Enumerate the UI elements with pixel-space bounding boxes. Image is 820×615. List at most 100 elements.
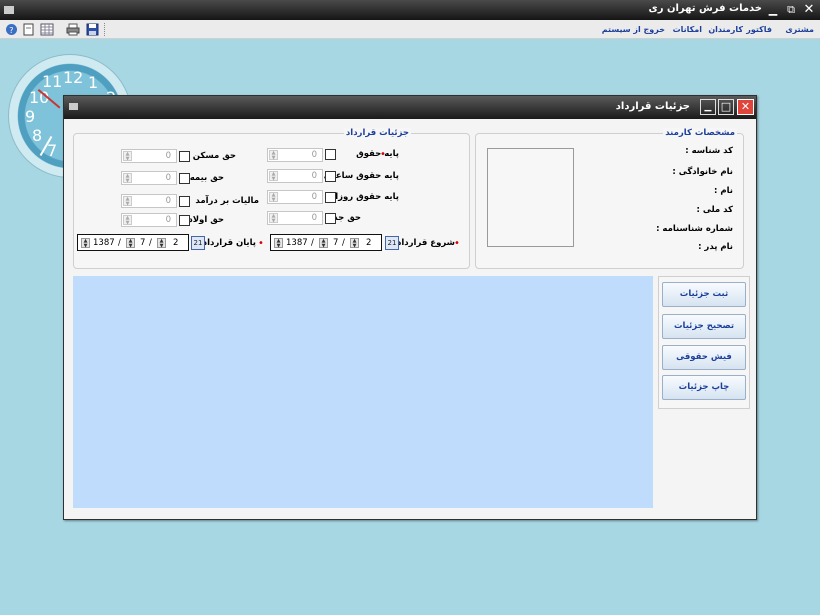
contract-group-title: جزئیات قرارداد — [343, 128, 411, 138]
clock-number: 9 — [25, 107, 36, 126]
actions-panel: ثبت جزئیات تصحیح جزئیات فیش حقوقی چاپ جز… — [658, 276, 750, 409]
housing-allowance-value: 0 — [165, 151, 171, 161]
child-allowance-stepper[interactable]: ▲ ▼ 0 — [121, 213, 177, 227]
close-button[interactable]: ✕ — [802, 3, 816, 17]
spin-arrows-icon[interactable]: ▲ ▼ — [123, 151, 132, 162]
clock-number: 7 — [47, 141, 58, 160]
spin-arrows-icon[interactable]: ▲ ▼ — [269, 171, 278, 182]
start-month: 7 — [333, 238, 339, 248]
toolbar-divider — [104, 23, 106, 36]
start-day: 2 — [366, 238, 372, 248]
base-salary-stepper[interactable]: ▲ ▼ 0 — [267, 148, 323, 162]
end-day: 2 — [173, 238, 179, 248]
recruitment-allowance-stepper[interactable]: ▲ ▼ 0 — [267, 211, 323, 225]
start-date-field[interactable]: ▲ ▼ 1387 / ▲ ▼ 7 / ▲ ▼ 2 — [270, 234, 382, 251]
month-stepper-icon[interactable]: ▲ ▼ — [319, 238, 328, 249]
year-stepper-icon[interactable]: ▲ ▼ — [274, 238, 283, 249]
first-name-label: نام : — [714, 186, 733, 196]
year-stepper-icon[interactable]: ▲ ▼ — [81, 238, 90, 249]
daily-salary-checkbox[interactable] — [325, 192, 336, 203]
dialog-close-button[interactable]: ✕ — [737, 99, 754, 115]
daily-salary-value: 0 — [311, 192, 317, 202]
save-icon[interactable] — [86, 23, 99, 36]
child-allowance-value: 0 — [165, 215, 171, 225]
base-salary-checkbox[interactable] — [325, 149, 336, 160]
minimize-button[interactable]: ▁ — [766, 3, 780, 17]
contract-details-dialog: جزئیات قرارداد ✕ □ ▁ مشخصات کارمند کد شن… — [63, 95, 757, 520]
menu-exit[interactable]: خروج از سیستم — [602, 25, 665, 34]
child-allowance-checkbox[interactable] — [179, 215, 190, 226]
housing-allowance-checkbox[interactable] — [179, 151, 190, 162]
father-name-label: نام پدر : — [698, 242, 733, 252]
app-icon — [4, 6, 14, 14]
income-tax-checkbox[interactable] — [179, 196, 190, 207]
payslip-button[interactable]: فیش حقوقی — [662, 345, 746, 370]
recruitment-allowance-value: 0 — [311, 213, 317, 223]
restore-button[interactable]: ⧉ — [784, 3, 798, 17]
housing-allowance-label: حق مسکن — [192, 151, 236, 161]
hourly-salary-value: 0 — [311, 171, 317, 181]
menu-employees[interactable]: کارمندان — [708, 25, 743, 34]
end-month: 7 — [140, 238, 146, 248]
daily-salary-label: پایه حقوق روزانه — [326, 192, 399, 202]
menu-facilities[interactable]: امکانات — [673, 25, 702, 34]
employee-group-title: مشخصات کارمند — [663, 128, 737, 138]
end-date-field[interactable]: ▲ ▼ 1387 / ▲ ▼ 7 / ▲ ▼ 2 — [77, 234, 189, 251]
daily-salary-stepper[interactable]: ▲ ▼ 0 — [267, 190, 323, 204]
hourly-salary-stepper[interactable]: ▲ ▼ 0 — [267, 169, 323, 183]
table-icon[interactable] — [40, 23, 54, 36]
date-separator: / — [149, 238, 152, 248]
insurance-checkbox[interactable] — [179, 173, 190, 184]
dialog-maximize-button[interactable]: □ — [718, 99, 734, 115]
menu-invoice[interactable]: فاکتور — [746, 25, 772, 34]
insurance-label: حق بیمه — [189, 173, 224, 183]
save-details-button[interactable]: ثبت جزئیات — [662, 282, 746, 307]
print-details-button[interactable]: چاپ جزئیات — [662, 375, 746, 400]
print-icon[interactable] — [66, 23, 80, 36]
spin-arrows-icon[interactable]: ▲ ▼ — [123, 215, 132, 226]
id-number-label: شماره شناسنامه : — [656, 224, 733, 234]
contract-details-group: جزئیات قرارداد • پایه حقوق ▲ ▼ 0 پایه حقوق… — [73, 128, 470, 269]
hourly-salary-checkbox[interactable] — [325, 171, 336, 182]
svg-text:?: ? — [9, 26, 13, 35]
calendar-icon[interactable]: 21 — [191, 236, 205, 250]
edit-details-button[interactable]: تصحیح جزئیات — [662, 314, 746, 339]
spin-arrows-icon[interactable]: ▲ ▼ — [269, 213, 278, 224]
contract-grid[interactable] — [73, 276, 653, 508]
dialog-app-icon — [69, 103, 78, 110]
date-separator: / — [342, 238, 345, 248]
day-stepper-icon[interactable]: ▲ ▼ — [157, 238, 166, 249]
dialog-title-bar[interactable]: جزئیات قرارداد ✕ □ ▁ — [64, 96, 756, 119]
main-title-bar: خدمات فرش تهران ری ▁ ⧉ ✕ — [0, 0, 820, 20]
clock-number: 1 — [88, 73, 99, 92]
help-icon[interactable]: ? — [5, 23, 18, 36]
spin-arrows-icon[interactable]: ▲ ▼ — [123, 196, 132, 207]
end-date-label: پایان قرارداد — [202, 238, 256, 248]
spin-arrows-icon[interactable]: ▲ ▼ — [123, 173, 132, 184]
clock-number: 8 — [32, 126, 43, 145]
menu-bar: مشتری فاکتور کارمندان امکانات خروج از سی… — [0, 20, 820, 39]
spin-arrows-icon[interactable]: ▲ ▼ — [269, 192, 278, 203]
month-stepper-icon[interactable]: ▲ ▼ — [126, 238, 135, 249]
required-marker: • — [258, 238, 264, 249]
housing-allowance-stepper[interactable]: ▲ ▼ 0 — [121, 149, 177, 163]
spin-arrows-icon[interactable]: ▲ ▼ — [269, 150, 278, 161]
employee-info-group: مشخصات کارمند کد شناسه : نام خانوادگی : … — [475, 128, 744, 269]
new-document-icon[interactable] — [22, 23, 35, 36]
recruitment-allowance-checkbox[interactable] — [325, 213, 336, 224]
last-name-label: نام خانوادگی : — [672, 167, 733, 177]
base-salary-label: پایه حقوق — [356, 149, 399, 159]
calendar-icon[interactable]: 21 — [385, 236, 399, 250]
national-code-label: کد ملی : — [696, 205, 733, 215]
employee-photo[interactable] — [487, 148, 574, 247]
menu-customer[interactable]: مشتری — [785, 25, 814, 34]
dialog-minimize-button[interactable]: ▁ — [700, 99, 716, 115]
insurance-stepper[interactable]: ▲ ▼ 0 — [121, 171, 177, 185]
day-stepper-icon[interactable]: ▲ ▼ — [350, 238, 359, 249]
employee-id-label: کد شناسه : — [685, 146, 733, 156]
base-salary-value: 0 — [311, 150, 317, 160]
dialog-title: جزئیات قرارداد — [615, 101, 690, 112]
date-separator: / — [311, 238, 314, 248]
income-tax-stepper[interactable]: ▲ ▼ 0 — [121, 194, 177, 208]
start-year: 1387 — [286, 238, 308, 248]
